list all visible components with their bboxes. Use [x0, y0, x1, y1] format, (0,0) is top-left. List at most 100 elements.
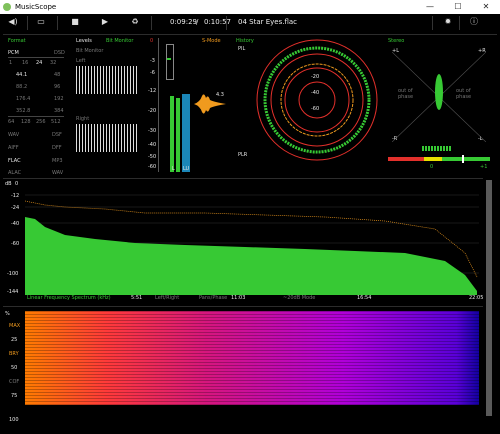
gear-icon[interactable]: ✹ — [443, 17, 453, 27]
scale-20: -20 — [148, 108, 157, 114]
spectrogram-cof: COF — [9, 379, 20, 385]
format-header: Format — [8, 38, 26, 44]
toolbar-divider — [459, 16, 460, 30]
spectrum-tick-12: -12 — [11, 193, 20, 199]
spectrogram-75: 75 — [11, 393, 18, 399]
rate-88: 88.2 — [16, 84, 28, 90]
type-wav: WAV — [8, 132, 20, 138]
scale-50: -50 — [148, 154, 157, 160]
type-wav2: WAV — [52, 170, 64, 176]
spectrogram-texture — [25, 311, 479, 405]
meter-bar-right — [176, 98, 180, 172]
minimize-button[interactable]: — — [416, 0, 444, 14]
close-button[interactable]: ✕ — [472, 0, 500, 14]
out-of-phase-left: out of phase — [398, 88, 414, 100]
spectrum-panel: dB 0 -12 -24 -40 -60 -100 -144 Linear Fr… — [3, 178, 483, 303]
right-label: Right — [76, 116, 90, 122]
stereo-panel: Stereo +L +R -R -L out of phase out of p… — [386, 36, 496, 174]
correlation-zero: 0 — [430, 164, 434, 170]
levels-panel: Levels Bit Monitor Bit Monitor Left Righ… — [74, 36, 146, 174]
window-title: MusicScope — [15, 3, 57, 11]
maximize-button[interactable]: ☐ — [444, 0, 472, 14]
track-name: 04 Star Eyes.flac — [238, 18, 298, 26]
meter-scale-line — [158, 38, 159, 172]
dsd-512: 512 — [51, 119, 61, 125]
rate-384: 384 — [54, 108, 64, 114]
play-icon[interactable]: ▶ — [100, 17, 110, 27]
spectrum-tick-60: -60 — [11, 241, 20, 247]
rate-192: 192 — [54, 96, 64, 102]
spectrum-tick-24: -24 — [11, 205, 20, 211]
spectrum-plot — [25, 194, 479, 295]
divider — [8, 116, 64, 117]
dsd-128: 128 — [21, 119, 31, 125]
l-label: L — [172, 166, 175, 172]
correlation-positive — [442, 157, 490, 161]
levels-header: Levels — [76, 38, 92, 44]
rate-176: 176.4 — [16, 96, 31, 102]
toolbar-divider — [151, 16, 152, 30]
ring-label-40: -40 — [311, 90, 320, 96]
type-flac: FLAC — [8, 158, 21, 164]
rate-48: 48 — [54, 72, 61, 78]
spectrogram-panel: % MAX 25 BRY 50 COF 75 100 — [3, 306, 483, 423]
format-panel: Format PCM DSD 1 16 24 32 44.1 48 88.2 9… — [6, 36, 66, 176]
scrollbar[interactable] — [486, 180, 492, 416]
divider — [8, 57, 64, 58]
plr-label: PLR — [238, 152, 248, 158]
spectrum-pans[interactable]: Pans/Phase — [199, 295, 227, 301]
toolbar-divider — [57, 16, 58, 30]
spectrogram-max: MAX — [9, 323, 21, 329]
pil-label: PIL — [238, 46, 246, 52]
scale-3: -3 — [150, 58, 155, 64]
peak-meter-box — [166, 44, 174, 80]
stop-icon[interactable]: ■ — [70, 17, 80, 27]
meter-panel: S-Mode 0 -3 -6 -12 -20 -30 -40 -50 -60 L… — [148, 36, 230, 174]
spectrum-x-4: 22:05 — [469, 295, 484, 301]
ring-label-60: -60 — [311, 106, 320, 112]
spectrum-lr[interactable]: Left/Right — [155, 295, 179, 301]
lu-label: LU — [183, 166, 190, 172]
spectrogram-25: 25 — [11, 337, 18, 343]
db-label: dB — [5, 181, 12, 187]
spectrum-x-2: 11:03 — [231, 295, 246, 301]
spectrum-mode[interactable]: Linear Frequency Spectrum (kHz) — [27, 295, 111, 301]
loudness-value: 4.3 — [216, 92, 224, 98]
toolbar-divider — [432, 16, 433, 30]
correlation-marker — [462, 155, 464, 163]
stereo-header: Stereo — [388, 38, 405, 44]
format-dsd: DSD — [54, 50, 65, 56]
scale-0: 0 — [150, 38, 154, 44]
scale-6: -6 — [150, 70, 155, 76]
bit-monitor-left — [76, 66, 138, 94]
correlation-plus1: +1 — [480, 164, 488, 170]
title-bar: MusicScope — ☐ ✕ — [0, 0, 500, 14]
bit-monitor-label: Bit Monitor — [76, 48, 104, 54]
scale-60: -60 — [148, 164, 157, 170]
bit-1: 1 — [9, 60, 13, 66]
spectrum-x-3: 16:54 — [357, 295, 372, 301]
out-of-phase-right: out of phase — [456, 88, 472, 100]
recycle-icon[interactable]: ♻ — [130, 17, 140, 27]
levels-mode[interactable]: Bit Monitor — [106, 38, 133, 44]
type-dff: DFF — [52, 145, 62, 151]
info-icon[interactable]: ⓘ — [469, 17, 479, 27]
spectrum-tick-100: -100 — [7, 271, 19, 277]
history-panel: History PIL PLR -20 -40 -60 — [234, 36, 384, 174]
history-radar — [256, 39, 378, 161]
ring-label-20: -20 — [311, 74, 320, 80]
spectrum-dbmode[interactable]: ~20dB Mode — [283, 295, 315, 301]
s-mode-label[interactable]: S-Mode — [202, 38, 221, 44]
spectrogram-100: 100 — [9, 417, 19, 423]
format-pcm: PCM — [8, 50, 19, 56]
type-mp3: MP3 — [52, 158, 63, 164]
folder-icon[interactable]: ▭ — [36, 17, 46, 27]
toolbar-divider — [226, 16, 227, 30]
bit-16: 16 — [22, 60, 29, 66]
scale-30: -30 — [148, 128, 157, 134]
type-dsf: DSF — [52, 132, 62, 138]
scale-40: -40 — [148, 142, 157, 148]
speaker-icon[interactable]: ◀) — [8, 17, 18, 27]
balance-indicator — [422, 146, 452, 151]
time-elapsed: 0:09:29 — [170, 18, 197, 26]
